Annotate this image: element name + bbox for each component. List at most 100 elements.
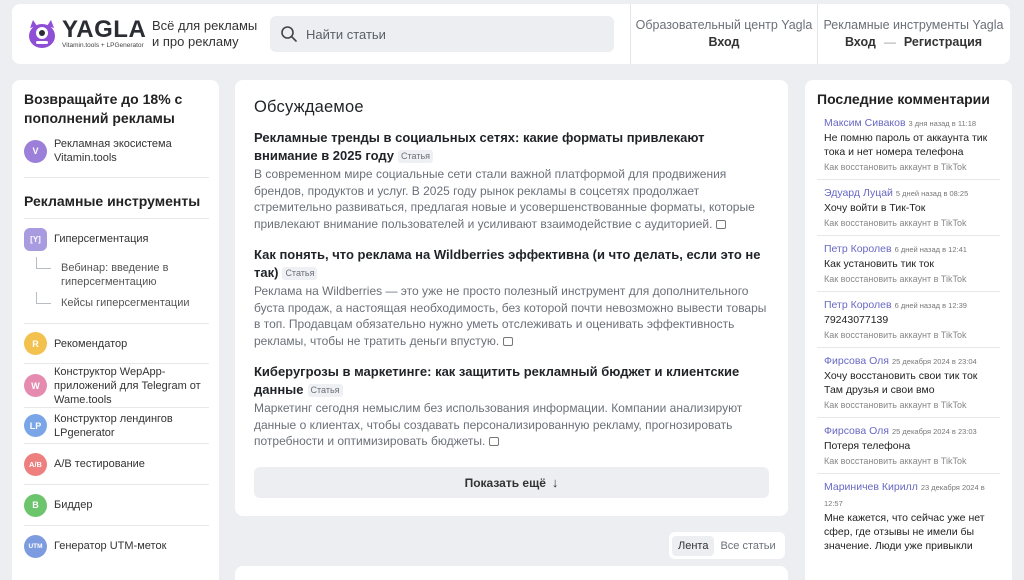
comment-item[interactable]: Фирсова Оля 25 декабря 2024 в 23:03 Потер… <box>817 423 1000 474</box>
comment-item[interactable]: Эдуард Луцай 5 дней назад в 08:25 Хочу во… <box>817 185 1000 236</box>
tool-landing-builder[interactable]: LP Конструктор лендингов LPgenerator <box>24 408 209 444</box>
comment-topic[interactable]: Как восстановить аккаунт в TikTok <box>824 454 993 468</box>
comment-author[interactable]: Мариничев Кирилл <box>824 481 918 493</box>
cashback-promo[interactable]: Возвращайте до 18% с пополнений рекламы <box>24 90 209 128</box>
tool-hypersegmentation[interactable]: [Y] Гиперсегментация <box>24 219 209 259</box>
discussed-heading: Обсуждаемое <box>254 98 364 116</box>
subitem-cases[interactable]: Кейсы гиперсегментации <box>24 292 209 324</box>
comment-text: Хочу восстановить свои тик ток Там друзь… <box>824 370 978 396</box>
comment-author[interactable]: Эдуард Луцай <box>824 187 893 199</box>
tool-label: Биддер <box>54 499 93 511</box>
comment-topic[interactable]: Как восстановить аккаунт в TikTok <box>824 272 993 286</box>
feed-tabs: Лента Все статьи <box>669 532 785 559</box>
comment-author[interactable]: Петр Королев <box>824 243 892 255</box>
tagline: Всё для рекламы и про рекламу <box>152 18 258 49</box>
search-icon <box>281 26 297 42</box>
tools-heading: Рекламные инструменты <box>24 193 209 219</box>
utm-icon: UTM <box>24 534 47 558</box>
tools-login-link[interactable]: Вход <box>845 33 876 51</box>
comment-topic[interactable]: Как восстановить аккаунт в TikTok <box>824 398 993 412</box>
comment-text: Хочу войти в Тик-Ток <box>824 202 926 214</box>
article-badge: Статья <box>282 267 318 280</box>
ad-tools-block: Рекламные инструменты Yagla Вход — Регис… <box>817 4 1009 64</box>
comment-text: Потеря телефона <box>824 440 911 452</box>
wame-icon: W <box>24 374 47 397</box>
separator: — <box>883 35 896 49</box>
logo[interactable]: YAGLA Vitamin.tools + LPGenerator <box>26 18 146 50</box>
ecosystem-label: Рекламная экосистема Vitamin.tools <box>54 138 172 164</box>
tool-label: A/B тестирование <box>54 458 145 470</box>
tool-ab-testing[interactable]: A/B A/B тестирование <box>24 444 209 485</box>
comment-item[interactable]: Мариничев Кирилл 23 декабря 2024 в 12:57 … <box>817 479 1000 558</box>
register-link[interactable]: Регистрация <box>904 33 982 51</box>
comment-topic[interactable]: Как восстановить аккаунт в TikTok <box>824 160 993 174</box>
comment-item[interactable]: Фирсова Оля 25 декабря 2024 в 23:04 Хочу … <box>817 353 1000 418</box>
comment-time: 6 дней назад в 12:41 <box>894 245 967 254</box>
tool-label: Рекомендатор <box>54 337 128 350</box>
article-title-wrap[interactable]: Киберугрозы в маркетинге: как защитить р… <box>254 363 769 399</box>
comment-text: Мне кажется, что сейчас уже нет сфер, гд… <box>824 512 985 552</box>
edu-center-title: Образовательный центр Yagla <box>635 18 813 32</box>
article-card[interactable]: Киберугрозы в маркетинге: как защитить р… <box>254 363 769 450</box>
article-excerpt-wrap: Реклама на Wildberries — это уже не прос… <box>254 283 769 349</box>
logo-subtitle: Vitamin.tools + LPGenerator <box>62 42 144 49</box>
site-header: YAGLA Vitamin.tools + LPGenerator Всё дл… <box>12 4 1010 64</box>
ad-tools-title: Рекламные инструменты Yagla <box>823 18 1004 32</box>
subitem-webinar[interactable]: Вебинар: введение в гиперсегментацию <box>24 257 209 289</box>
comment-author[interactable]: Петр Королев <box>824 299 892 311</box>
article-title[interactable]: Как понять, что реклама на Wildberries э… <box>254 247 760 280</box>
tab-all-articles[interactable]: Все статьи <box>714 536 781 556</box>
comment-author[interactable]: Максим Сиваков <box>824 117 906 129</box>
article-card[interactable]: Рекламные тренды в социальных сетях: как… <box>254 129 769 232</box>
recent-comments-heading: Последние комментарии <box>817 91 990 107</box>
comment-time: 25 декабря 2024 в 23:03 <box>891 427 977 436</box>
comment-icon <box>716 219 727 229</box>
comment-topic[interactable]: Как восстановить аккаунт в TikTok <box>824 216 993 230</box>
yagla-monster-logo-icon <box>26 18 58 50</box>
comment-topic[interactable]: Как восстановить аккаунт в TikTok <box>824 328 993 342</box>
comment-item[interactable]: Максим Сиваков 3 дня назад в 11:18 Не пом… <box>817 115 1000 180</box>
article-title-wrap[interactable]: Рекламные тренды в социальных сетях: как… <box>254 129 769 165</box>
comment-text: Не помню пароль от аккаунта тик тока и н… <box>824 132 988 158</box>
edu-login-link[interactable]: Вход <box>709 33 740 51</box>
logo-name: YAGLA <box>62 16 147 43</box>
tool-label: Генератор UTM-меток <box>54 540 167 552</box>
tool-label: Конструктор WepApp-приложений для Telegr… <box>54 365 201 406</box>
tool-label: Конструктор лендингов LPgenerator <box>54 412 173 439</box>
feed-card <box>235 566 788 580</box>
article-excerpt: В современном мире социальные сети стали… <box>254 167 755 231</box>
vitamin-icon: V <box>24 139 47 163</box>
comment-icon <box>503 336 514 346</box>
article-card[interactable]: Как понять, что реклама на Wildberries э… <box>254 246 769 349</box>
left-sidebar: Возвращайте до 18% с пополнений рекламы … <box>12 80 219 580</box>
comment-item[interactable]: Петр Королев 6 дней назад в 12:39 7924307… <box>817 297 1000 348</box>
tool-utm-generator[interactable]: UTM Генератор UTM-меток <box>24 526 209 566</box>
article-title[interactable]: Рекламные тренды в социальных сетях: как… <box>254 130 705 163</box>
tool-bidder[interactable]: B Биддер <box>24 485 209 526</box>
lpgenerator-icon: LP <box>24 414 47 437</box>
tab-feed[interactable]: Лента <box>672 535 715 556</box>
article-title-wrap[interactable]: Как понять, что реклама на Wildberries э… <box>254 246 769 282</box>
hypersegmentation-icon: [Y] <box>24 227 47 251</box>
article-excerpt-wrap: В современном мире социальные сети стали… <box>254 166 769 232</box>
article-excerpt-wrap: Маркетинг сегодня немыслим без использов… <box>254 400 769 450</box>
comment-time: 6 дней назад в 12:39 <box>894 301 967 310</box>
comment-author[interactable]: Фирсова Оля <box>824 355 889 367</box>
ecosystem-link[interactable]: V Рекламная экосистема Vitamin.tools <box>24 137 209 178</box>
show-more-button[interactable]: Показать ещё ↓ <box>254 467 769 498</box>
comment-icon <box>489 437 500 446</box>
edu-center-block: Образовательный центр Yagla Вход <box>630 4 817 64</box>
comment-item[interactable]: Петр Королев 6 дней назад в 12:41 Как уст… <box>817 241 1000 292</box>
search-box[interactable] <box>270 16 614 52</box>
search-input[interactable] <box>306 26 606 42</box>
arrow-down-icon: ↓ <box>551 475 559 490</box>
comment-author[interactable]: Фирсова Оля <box>824 425 889 437</box>
comment-text: Как установить тик ток <box>824 258 934 270</box>
article-badge: Статья <box>307 384 343 397</box>
comment-time: 5 дней назад в 08:25 <box>895 189 969 198</box>
tool-webapp-builder[interactable]: W Конструктор WepApp-приложений для Tele… <box>24 364 209 408</box>
ab-test-icon: A/B <box>24 452 47 476</box>
tool-label: Гиперсегментация <box>54 233 149 245</box>
tool-recommender[interactable]: R Рекомендатор <box>24 324 209 364</box>
comment-text: 79243077139 <box>824 314 889 326</box>
